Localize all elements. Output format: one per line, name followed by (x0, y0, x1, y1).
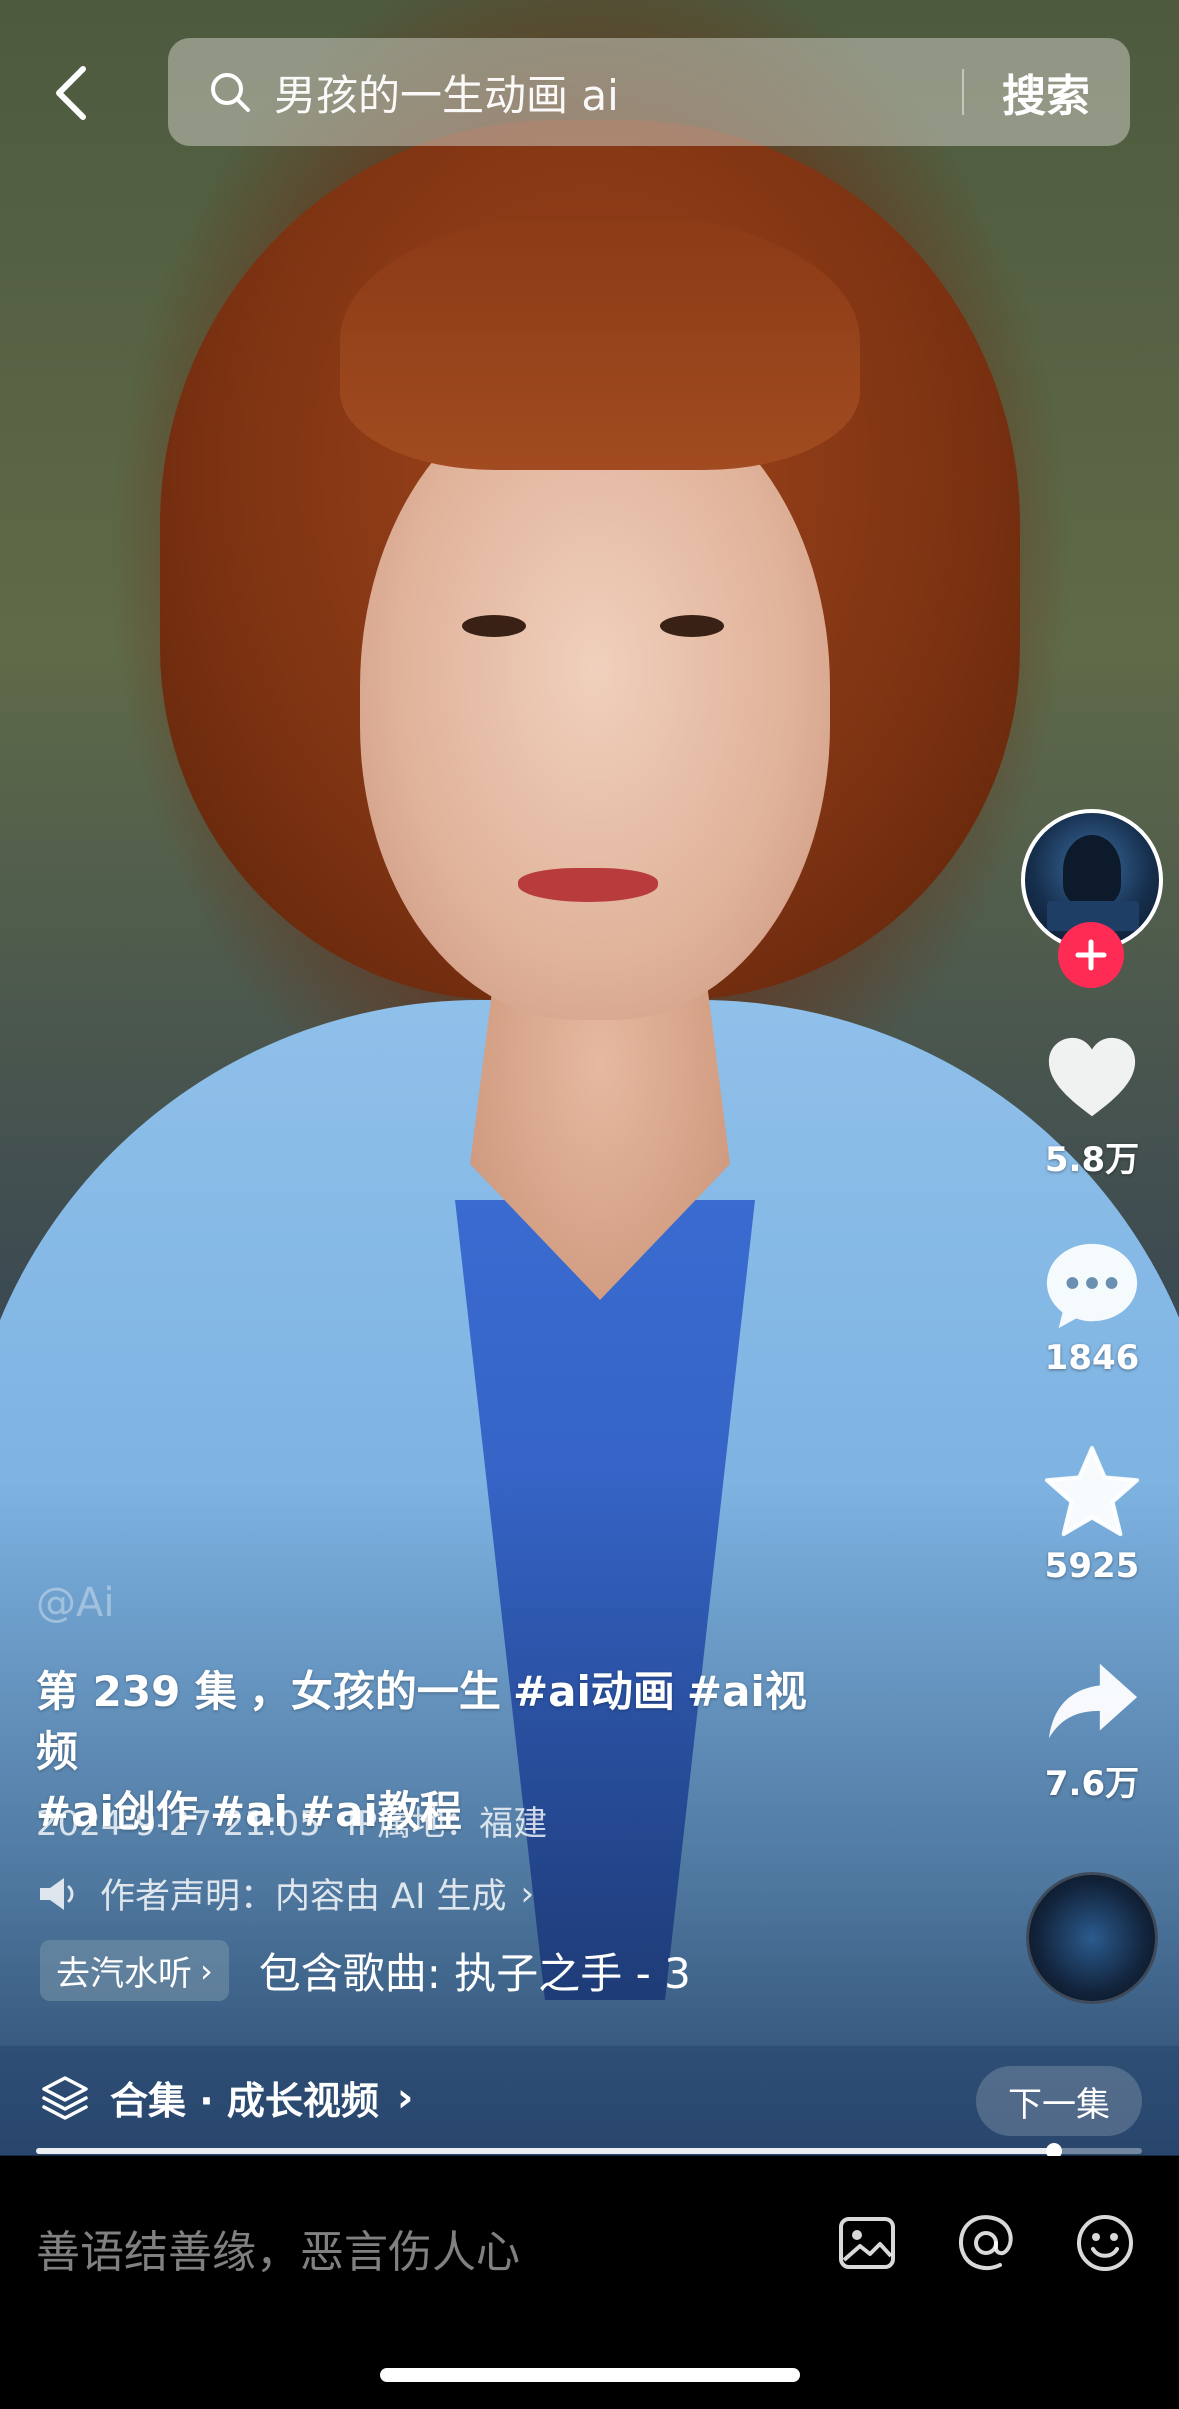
comment-button[interactable]: 1846 (1031, 1236, 1153, 1378)
search-bar[interactable]: 男孩的一生动画 ai 搜索 (168, 38, 1130, 146)
music-disc[interactable] (1026, 1872, 1158, 2004)
collection-bar[interactable]: 合集 · 成长视频 › 下一集 (0, 2046, 1179, 2156)
song-title: 包含歌曲: 执子之手 - 3 (258, 1949, 691, 1998)
caption-episode: 第 239 集 (36, 1667, 237, 1716)
declaration-text: 作者声明：内容由 AI 生成 (100, 1877, 507, 1917)
music-row[interactable]: 去汽水听 › 包含歌曲: 执子之手 - 3 (40, 1940, 709, 2001)
back-button[interactable] (36, 58, 106, 128)
emoji-icon[interactable] (1074, 2212, 1136, 2274)
caption-line: 第 239 集，女孩的一生 #ai动画 #ai视频 (36, 1662, 856, 1782)
image-icon[interactable] (836, 2212, 898, 2274)
video-progress-bar[interactable] (36, 2143, 1142, 2159)
comment-count: 1846 (1044, 1338, 1140, 1378)
follow-button[interactable] (1058, 922, 1124, 988)
search-icon (211, 73, 250, 112)
author-declaration[interactable]: 作者声明：内容由 AI 生成 › (36, 1868, 534, 1919)
home-indicator[interactable] (380, 2368, 800, 2382)
post-date: 2024-9-27 21:05 (36, 1804, 321, 1844)
search-button[interactable]: 搜索 (964, 60, 1130, 124)
video-subject-eye (660, 615, 724, 637)
like-count: 5.8万 (1044, 1140, 1140, 1180)
favorite-count: 5925 (1044, 1546, 1140, 1586)
favorite-button[interactable]: 5925 (1031, 1444, 1153, 1586)
video-subject-lips (518, 868, 658, 902)
collection-title: 合集 · 成长视频 (110, 2079, 379, 2123)
search-input[interactable]: 男孩的一生动画 ai (274, 62, 962, 123)
like-button[interactable]: 5.8万 (1031, 1030, 1153, 1181)
caption-title: ，女孩的一生 (248, 1667, 501, 1716)
star-icon (1044, 1445, 1140, 1537)
at-icon[interactable] (955, 2212, 1017, 2274)
share-button[interactable]: 7.6万 (1031, 1654, 1153, 1805)
hashtag-link[interactable]: #ai动画 (513, 1667, 675, 1716)
collection-link[interactable]: 合集 · 成长视频 › (40, 2070, 413, 2125)
avatar-hooded-figure (1063, 835, 1121, 905)
layers-icon (42, 2075, 88, 2120)
chevron-right-icon: › (396, 2074, 414, 2121)
speaker-icon (40, 1877, 74, 1910)
listen-in-qishui-button[interactable]: 去汽水听 › (40, 1940, 229, 2001)
next-episode-button[interactable]: 下一集 (976, 2066, 1142, 2136)
heart-icon (1048, 1037, 1136, 1117)
chevron-right-icon: › (520, 1873, 535, 1914)
video-subject-bangs (340, 210, 860, 470)
comment-icon (1046, 1243, 1138, 1329)
video-progress-fill (36, 2148, 1054, 2154)
comment-input[interactable]: 善语结善缘，恶言伤人心 (36, 2216, 520, 2280)
share-icon (1048, 1663, 1138, 1739)
video-subject-eye (462, 615, 526, 637)
chevron-right-icon: › (200, 1951, 213, 1990)
video-subject-face (360, 380, 830, 1020)
author-watermark: @Ai (36, 1580, 115, 1626)
share-count: 7.6万 (1044, 1764, 1140, 1804)
ip-location: IP属地：福建 (346, 1804, 548, 1844)
music-chip-label: 去汽水听 (56, 1954, 192, 1994)
plus-icon (1075, 939, 1107, 971)
back-icon (56, 66, 86, 120)
post-meta: 2024-9-27 21:05 IP属地：福建 (36, 1796, 573, 1845)
